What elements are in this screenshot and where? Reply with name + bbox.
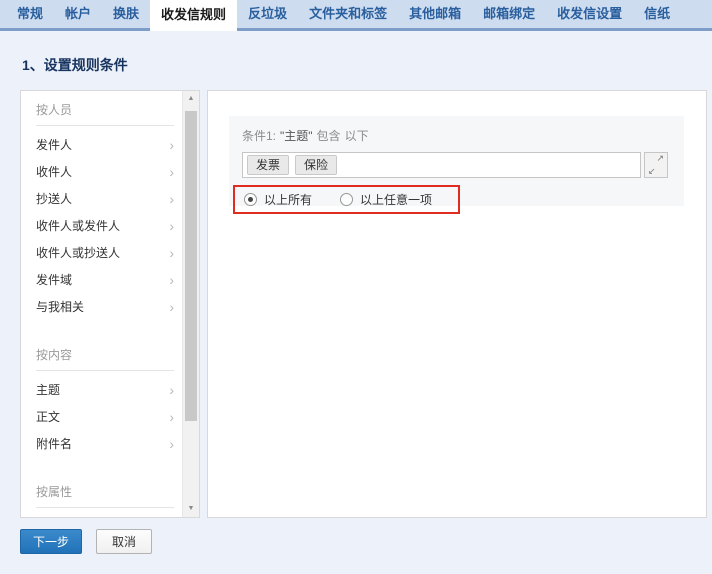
- keyword-tag[interactable]: 发票: [247, 155, 289, 175]
- sidebar-item-attachment-name[interactable]: 附件名 ›: [36, 430, 174, 457]
- keywords-row: 发票 保险 ↗ ↙: [242, 152, 668, 178]
- expand-icon: ↗: [656, 153, 664, 164]
- sidebar-item-recipient-or-cc[interactable]: 收件人或抄送人 ›: [36, 239, 174, 266]
- condition-card: 条件1: "主题" 包含以下 发票 保险 ↗ ↙ 以上所有 以上任意一项: [229, 116, 684, 206]
- sidebar-item-subject[interactable]: 主题 ›: [36, 376, 174, 403]
- divider: [36, 370, 174, 371]
- radio-option-match-all[interactable]: 以上所有: [244, 191, 312, 208]
- scroll-up-arrow-icon[interactable]: ▲: [183, 91, 199, 107]
- scroll-down-arrow-icon[interactable]: ▼: [183, 501, 199, 517]
- chevron-right-icon: ›: [169, 192, 174, 206]
- radio-label: 以上所有: [264, 191, 312, 208]
- sidebar-item-sender[interactable]: 发件人 ›: [36, 131, 174, 158]
- tab-stationery[interactable]: 信纸: [633, 0, 681, 28]
- cancel-button[interactable]: 取消: [96, 529, 152, 554]
- group-header: 按属性: [36, 483, 174, 501]
- footer-actions: 下一步 取消: [20, 529, 152, 554]
- keyword-tag[interactable]: 保险: [295, 155, 337, 175]
- sidebar-item-label: 收件人或发件人: [36, 217, 120, 234]
- sidebar-item-label: 收件人: [36, 163, 72, 180]
- chevron-right-icon: ›: [169, 437, 174, 451]
- tab-other-mailboxes[interactable]: 其他邮箱: [398, 0, 472, 28]
- chevron-right-icon: ›: [169, 410, 174, 424]
- tab-general[interactable]: 常规: [6, 0, 54, 28]
- chevron-right-icon: ›: [169, 138, 174, 152]
- radio-label: 以上任意一项: [360, 191, 432, 208]
- tab-mail-rules[interactable]: 收发信规则: [150, 0, 237, 31]
- sidebar-item-label: 正文: [36, 408, 60, 425]
- sidebar-item-recipient[interactable]: 收件人 ›: [36, 158, 174, 185]
- expand-icon: ↙: [648, 166, 656, 177]
- expand-input-button[interactable]: ↗ ↙: [644, 152, 668, 178]
- condition-prefix: 条件1:: [242, 129, 276, 143]
- divider: [36, 507, 174, 508]
- group-header: 按人员: [36, 101, 174, 119]
- tab-send-receive-settings[interactable]: 收发信设置: [546, 0, 633, 28]
- group-header: 按内容: [36, 346, 174, 364]
- criteria-sidebar: 按人员 发件人 › 收件人 › 抄送人 › 收件人或发件人 › 收件人或抄送人 …: [20, 90, 200, 518]
- condition-summary: 条件1: "主题" 包含以下: [242, 127, 668, 144]
- tab-folders-labels[interactable]: 文件夹和标签: [298, 0, 398, 28]
- keywords-input[interactable]: 发票 保险: [242, 152, 641, 178]
- match-mode-highlight-box: 以上所有 以上任意一项: [233, 185, 460, 214]
- tab-mailbox-binding[interactable]: 邮箱绑定: [472, 0, 546, 28]
- tab-antispam[interactable]: 反垃圾: [237, 0, 298, 28]
- sidebar-item-sender-domain[interactable]: 发件域 ›: [36, 266, 174, 293]
- condition-field: "主题": [280, 129, 313, 143]
- tab-skin[interactable]: 换肤: [102, 0, 150, 28]
- sidebar-item-label: 主题: [36, 381, 60, 398]
- sidebar-item-related-to-me[interactable]: 与我相关 ›: [36, 293, 174, 320]
- group-by-content: 按内容 主题 › 正文 › 附件名 ›: [36, 346, 174, 457]
- sidebar-item-body[interactable]: 正文 ›: [36, 403, 174, 430]
- page-title: 1、设置规则条件: [22, 55, 128, 75]
- condition-suffix: 以下: [345, 129, 369, 143]
- condition-operator: 包含: [317, 129, 341, 143]
- radio-selected-icon[interactable]: [244, 193, 257, 206]
- sidebar-item-priority[interactable]: 优先级 ›: [36, 513, 174, 517]
- sidebar-item-label: 收件人或抄送人: [36, 244, 120, 261]
- sidebar-item-label: 与我相关: [36, 298, 84, 315]
- chevron-right-icon: ›: [169, 165, 174, 179]
- next-step-button[interactable]: 下一步: [20, 529, 82, 554]
- sidebar-item-recipient-or-sender[interactable]: 收件人或发件人 ›: [36, 212, 174, 239]
- sidebar-item-cc[interactable]: 抄送人 ›: [36, 185, 174, 212]
- sidebar-scrollbar[interactable]: ▲ ▼: [182, 91, 199, 517]
- sidebar-item-label: 发件人: [36, 136, 72, 153]
- rule-condition-panel: 条件1: "主题" 包含以下 发票 保险 ↗ ↙ 以上所有 以上任意一项: [207, 90, 707, 518]
- sidebar-item-label: 抄送人: [36, 190, 72, 207]
- radio-option-match-any[interactable]: 以上任意一项: [340, 191, 432, 208]
- chevron-right-icon: ›: [169, 300, 174, 314]
- chevron-right-icon: ›: [169, 219, 174, 233]
- sidebar-item-label: 附件名: [36, 435, 72, 452]
- divider: [36, 125, 174, 126]
- criteria-list: 按人员 发件人 › 收件人 › 抄送人 › 收件人或发件人 › 收件人或抄送人 …: [21, 91, 182, 517]
- chevron-right-icon: ›: [169, 273, 174, 287]
- scrollbar-thumb[interactable]: [185, 111, 197, 421]
- sidebar-item-label: 发件域: [36, 271, 72, 288]
- chevron-right-icon: ›: [169, 383, 174, 397]
- group-by-person: 按人员 发件人 › 收件人 › 抄送人 › 收件人或发件人 › 收件人或抄送人 …: [36, 101, 174, 320]
- group-by-attribute: 按属性 优先级 ›: [36, 483, 174, 517]
- settings-tab-bar: 常规 帐户 换肤 收发信规则 反垃圾 文件夹和标签 其他邮箱 邮箱绑定 收发信设…: [0, 0, 712, 31]
- radio-unselected-icon[interactable]: [340, 193, 353, 206]
- chevron-right-icon: ›: [169, 246, 174, 260]
- tab-account[interactable]: 帐户: [54, 0, 102, 28]
